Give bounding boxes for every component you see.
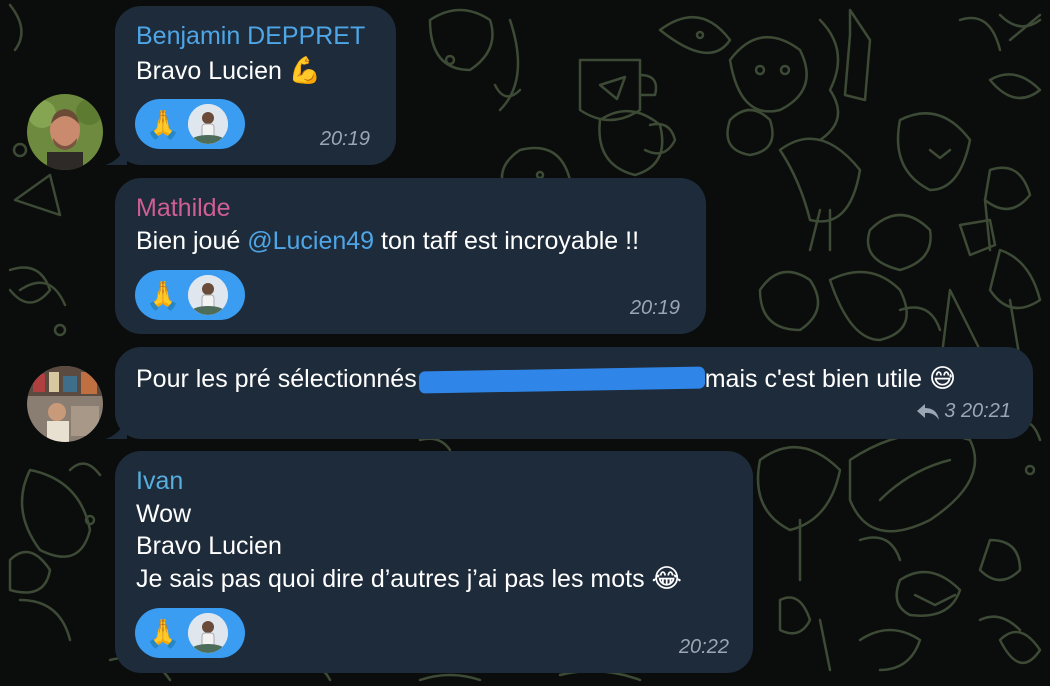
avatar[interactable] [27, 94, 103, 170]
message-time: 20:21 [960, 400, 1011, 422]
message-body-start: Bien joué [136, 227, 248, 255]
message-body-start: Pour les pré sélectionnés [136, 365, 417, 393]
avatar[interactable] [27, 366, 103, 442]
message-line: Je sais pas quoi dire d’autres j’ai pas … [136, 565, 645, 593]
reaction-pill[interactable]: 🙏 [135, 608, 245, 658]
message-body-end: mais c'est bien utile [704, 365, 923, 393]
reaction-pill[interactable]: 🙏 [135, 270, 245, 320]
message-text: Pour les pré sélectionnés mais c'est bien… [136, 362, 956, 395]
message-line: Bravo Lucien [136, 532, 282, 560]
flexed-biceps-emoji: 💪 [288, 55, 322, 85]
reaction-pill[interactable]: 🙏 [135, 99, 245, 149]
reply-count: 3 [944, 400, 956, 422]
bubble-tail [105, 145, 127, 165]
message-time: 20:19 [629, 297, 680, 319]
reactor-avatar [188, 613, 228, 653]
reactor-avatar [188, 104, 228, 144]
message-bubble[interactable]: Ivan Wow Bravo Lucien Je sais pas quoi d… [115, 451, 753, 673]
sender-name[interactable]: Mathilde [136, 194, 231, 223]
avatar-photo-icon [27, 94, 103, 170]
message-body-end: ton taff est incroyable !! [374, 227, 640, 255]
sender-name[interactable]: Ivan [136, 467, 183, 496]
bubble-tail [105, 419, 127, 439]
message-body: Bravo Lucien [136, 57, 282, 85]
reply-arrow-icon [917, 403, 940, 420]
tears-of-joy-emoji: 😂 [651, 563, 682, 593]
sender-name[interactable]: Benjamin DEPPRET [136, 22, 365, 51]
reply-info[interactable]: 3 20:21 [916, 400, 1011, 423]
message-text: Bravo Lucien 💪 [136, 54, 321, 87]
message-text: Je sais pas quoi dire d’autres j’ai pas … [136, 562, 682, 595]
message-bubble[interactable]: Mathilde Bien joué @Lucien49 ton taff es… [115, 178, 706, 334]
folded-hands-emoji: 🙏 [145, 617, 181, 649]
reactor-avatar [188, 275, 228, 315]
redacted-scribble [418, 366, 705, 394]
avatar-photo-icon [27, 366, 103, 442]
folded-hands-emoji: 🙏 [145, 108, 181, 140]
message-text: Bien joué @Lucien49 ton taff est incroya… [136, 225, 639, 257]
user-mention-link[interactable]: @Lucien49 [247, 227, 374, 255]
message-line: Wow [136, 500, 192, 528]
grinning-sweat-emoji: 😅 [929, 363, 957, 393]
message-bubble[interactable]: Pour les pré sélectionnés mais c'est bien… [105, 347, 1033, 439]
message-time: 20:22 [678, 636, 729, 658]
message-bubble[interactable]: Benjamin DEPPRET Bravo Lucien 💪 🙏 20:19 [105, 6, 396, 165]
message-time: 20:19 [319, 128, 370, 150]
folded-hands-emoji: 🙏 [145, 279, 181, 311]
